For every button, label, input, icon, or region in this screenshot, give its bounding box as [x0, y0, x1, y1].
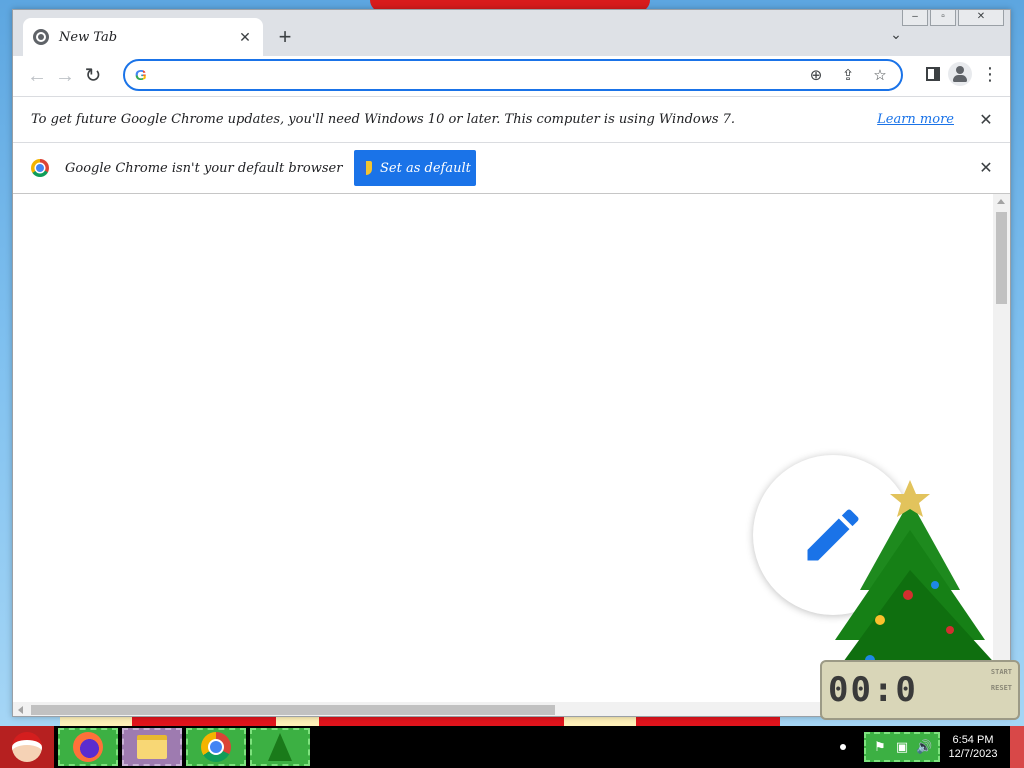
default-browser-text: Google Chrome isn't your default browser — [65, 160, 343, 176]
action-center-flag-icon[interactable]: ⚑ — [872, 739, 888, 755]
tab-close-icon[interactable]: ✕ — [237, 29, 253, 46]
default-browser-infobar: Google Chrome isn't your default browser… — [13, 142, 1010, 194]
chrome-logo-icon — [31, 159, 49, 177]
taskbar-app-christmas-tree[interactable] — [250, 728, 310, 766]
taskbar-app-explorer[interactable] — [122, 728, 182, 766]
update-infobar-close-icon[interactable]: ✕ — [976, 110, 996, 130]
horizontal-scroll-thumb[interactable] — [31, 705, 555, 715]
tray-icons: ⚑ ▣ 🔊 — [864, 732, 940, 762]
profile-avatar-icon[interactable] — [948, 62, 972, 86]
taskbar-app-chrome[interactable] — [186, 728, 246, 766]
clock-gadget-display: 00:0 — [828, 670, 918, 710]
tab-strip: New Tab ✕ + ⌄ ‒ ▫ ✕ — [13, 10, 1010, 56]
chrome-favicon-icon — [33, 29, 49, 45]
tray-notification-dot — [840, 744, 846, 750]
system-tray: ⚑ ▣ 🔊 6:54 PM 12/7/2023 — [840, 726, 1024, 768]
google-g-icon: G — [135, 67, 151, 84]
window-controls: ‒ ▫ ✕ — [902, 10, 1004, 26]
uac-shield-icon — [360, 161, 372, 175]
firefox-icon — [73, 732, 103, 762]
taskbar-app-firefox[interactable] — [58, 728, 118, 766]
close-window-button[interactable]: ✕ — [958, 10, 1004, 26]
scroll-left-arrow-icon[interactable] — [18, 706, 23, 714]
zoom-icon[interactable]: ⊕ — [805, 66, 827, 84]
default-browser-infobar-close-icon[interactable]: ✕ — [976, 158, 996, 178]
minimize-button[interactable]: ‒ — [902, 10, 928, 26]
set-as-default-label: Set as default — [380, 160, 471, 176]
tab-search-chevron-icon[interactable]: ⌄ — [886, 26, 906, 46]
tray-date: 12/7/2023 — [948, 748, 998, 760]
santa-start-icon — [12, 732, 42, 762]
bookmark-star-icon[interactable]: ☆ — [869, 66, 891, 84]
christmas-tree-icon — [268, 733, 292, 761]
maximize-button[interactable]: ▫ — [930, 10, 956, 26]
share-icon[interactable]: ⇪ — [837, 66, 859, 84]
tab-title: New Tab — [59, 29, 118, 45]
browser-toolbar: ← → ↻ G ⊕ ⇪ ☆ ⋮ — [13, 56, 1010, 96]
tab-new-tab[interactable]: New Tab ✕ — [23, 18, 263, 56]
taskbar: ⚑ ▣ 🔊 6:54 PM 12/7/2023 — [0, 726, 1024, 768]
update-infobar: To get future Google Chrome updates, you… — [13, 96, 1010, 142]
back-button[interactable]: ← — [23, 62, 51, 90]
tray-time: 6:54 PM — [952, 734, 994, 746]
folder-icon — [137, 735, 167, 759]
set-as-default-button[interactable]: Set as default — [354, 150, 477, 186]
address-input[interactable] — [159, 67, 805, 83]
reload-button[interactable]: ↻ — [79, 62, 107, 90]
network-icon[interactable]: ▣ — [894, 739, 910, 755]
forward-button[interactable]: → — [51, 62, 79, 90]
chrome-icon — [201, 732, 231, 762]
start-button[interactable] — [0, 726, 54, 768]
scroll-up-arrow-icon[interactable] — [997, 199, 1005, 204]
learn-more-link[interactable]: Learn more — [877, 112, 954, 127]
new-tab-button[interactable]: + — [271, 24, 299, 52]
address-bar[interactable]: G ⊕ ⇪ ☆ — [123, 59, 903, 91]
kebab-menu-icon[interactable]: ⋮ — [980, 64, 1000, 85]
tray-clock[interactable]: 6:54 PM 12/7/2023 — [940, 733, 1006, 761]
countdown-clock-gadget[interactable]: 00:0 START RESET — [820, 660, 1020, 720]
volume-icon[interactable]: 🔊 — [916, 739, 932, 755]
update-warning-text: To get future Google Chrome updates, you… — [31, 112, 736, 127]
clock-gadget-start-label[interactable]: START RESET — [991, 668, 1012, 692]
vertical-scroll-thumb[interactable] — [996, 212, 1007, 304]
show-desktop-button[interactable] — [1010, 726, 1024, 768]
side-panel-icon[interactable] — [926, 67, 940, 81]
